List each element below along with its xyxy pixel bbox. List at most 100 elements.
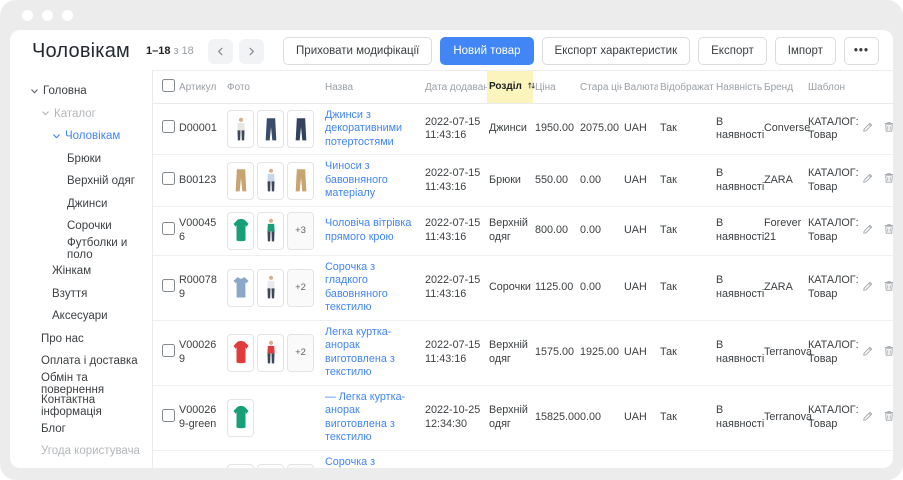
window-titlebar xyxy=(0,0,903,30)
pagination-next-button[interactable] xyxy=(239,39,264,64)
product-name-link[interactable]: Сорочка з гладкого бавовняного текстилю xyxy=(325,261,388,313)
sidebar-item-12[interactable]: Оплата і доставка xyxy=(10,350,152,373)
edit-icon[interactable] xyxy=(862,410,874,422)
chevron-down-icon xyxy=(52,132,61,141)
product-name-link[interactable]: Джинси з декоративними потертостями xyxy=(325,109,402,148)
product-name-link[interactable]: Сорочка з бавовняного матеріалу притален… xyxy=(325,456,416,468)
sidebar-item-5[interactable]: Джинси xyxy=(10,193,152,216)
delete-icon[interactable] xyxy=(883,172,893,184)
chevron-left-icon xyxy=(216,47,225,56)
page-header: Чоловікам 1–18 з 18 Приховати модифікаці… xyxy=(10,30,893,70)
pants-photo-thumbnail[interactable] xyxy=(287,162,314,200)
sidebar-item-3[interactable]: Брюки xyxy=(10,148,152,171)
product-sku: V000269 xyxy=(177,320,225,385)
app-window: Чоловікам 1–18 з 18 Приховати модифікаці… xyxy=(0,0,903,480)
sidebar-item-10[interactable]: Аксесуари xyxy=(10,305,152,328)
product-section: Сорочки xyxy=(487,255,533,320)
sidebar-item-17[interactable]: Відгуки про магазин xyxy=(10,463,152,469)
product-display: Так xyxy=(658,385,714,450)
sidebar-item-7[interactable]: Футболки и поло xyxy=(10,238,152,261)
product-price: 800.00 xyxy=(533,206,578,255)
sidebar-item-16[interactable]: Угода користувача xyxy=(10,440,152,463)
product-name-link[interactable]: Чоловіча вітрівка прямого крою xyxy=(325,217,411,242)
more-photos-badge[interactable]: +3 xyxy=(287,212,314,250)
import-button[interactable]: Імпорт xyxy=(775,37,836,65)
product-sku: V000269-green xyxy=(177,385,225,450)
window-minimize-button[interactable] xyxy=(42,10,53,21)
chevron-right-icon xyxy=(247,47,256,56)
jacket-photo-thumbnail[interactable] xyxy=(227,212,254,250)
person-photo-thumbnail[interactable] xyxy=(227,110,254,148)
row-checkbox[interactable] xyxy=(162,409,175,422)
row-checkbox[interactable] xyxy=(162,172,175,185)
edit-icon[interactable] xyxy=(862,280,874,292)
product-date: 2022-07-15 11:43:16 xyxy=(423,320,487,385)
product-brand: Terranova xyxy=(762,320,806,385)
row-checkbox[interactable] xyxy=(162,120,175,133)
column-header-section[interactable]: Розділ xyxy=(487,71,533,104)
sidebar-item-13[interactable]: Обмін та повернення xyxy=(10,373,152,396)
more-options-button[interactable]: ••• xyxy=(844,37,879,65)
table-row: V000456 +3 Чоловіча вітрівка прямого кро… xyxy=(153,206,893,255)
person-photo-thumbnail[interactable] xyxy=(257,212,284,250)
pants-photo-thumbnail[interactable] xyxy=(257,110,284,148)
column-header-template: Шаблон xyxy=(806,71,854,104)
export-characteristics-button[interactable]: Експорт характеристик xyxy=(542,37,691,65)
sidebar-item-0[interactable]: Головна xyxy=(10,80,152,103)
pants-photo-thumbnail[interactable] xyxy=(227,162,254,200)
product-photos-cell: +3 xyxy=(225,206,323,255)
hide-modifications-button[interactable]: Приховати модифікації xyxy=(283,37,432,65)
sidebar-item-label: Головна xyxy=(43,85,87,97)
delete-icon[interactable] xyxy=(883,345,893,357)
products-table-body: D00001 Джинси з декоративними потертостя… xyxy=(153,104,893,469)
window-close-button[interactable] xyxy=(22,10,33,21)
product-old-price: 0.00 xyxy=(578,206,622,255)
more-photos-badge[interactable]: +2 xyxy=(287,334,314,372)
export-button[interactable]: Експорт xyxy=(698,37,767,65)
jacket-photo-thumbnail[interactable] xyxy=(227,399,254,437)
edit-icon[interactable] xyxy=(862,345,874,357)
more-photos-badge[interactable]: +2 xyxy=(287,464,314,468)
product-currency: UAH xyxy=(622,104,658,155)
sidebar-item-8[interactable]: Жінкам xyxy=(10,260,152,283)
edit-icon[interactable] xyxy=(862,172,874,184)
shirt-photo-thumbnail[interactable] xyxy=(227,269,254,307)
sidebar-item-label: Сорочки xyxy=(67,220,112,232)
product-photos-cell xyxy=(225,385,323,450)
row-checkbox[interactable] xyxy=(162,279,175,292)
person-photo-thumbnail[interactable] xyxy=(257,464,284,468)
person-photo-thumbnail[interactable] xyxy=(257,334,284,372)
new-product-button[interactable]: Новий товар xyxy=(440,37,533,65)
delete-icon[interactable] xyxy=(883,223,893,235)
product-name-link[interactable]: — Легка куртка-анорак виготовлена з текс… xyxy=(325,391,405,443)
person-photo-thumbnail[interactable] xyxy=(257,162,284,200)
shirt-photo-thumbnail[interactable] xyxy=(227,464,254,468)
product-name-link[interactable]: Легка куртка-анорак виготовлена з тексти… xyxy=(325,326,395,378)
sidebar-item-9[interactable]: Взуття xyxy=(10,283,152,306)
chevron-down-icon xyxy=(30,87,39,96)
sidebar-item-1[interactable]: Каталог xyxy=(10,103,152,126)
sidebar-item-4[interactable]: Верхній одяг xyxy=(10,170,152,193)
sidebar-item-14[interactable]: Контактна інформація xyxy=(10,395,152,418)
delete-icon[interactable] xyxy=(883,280,893,292)
jacket-photo-thumbnail[interactable] xyxy=(227,334,254,372)
product-name-link[interactable]: Чиноси з бавовняного матеріалу xyxy=(325,160,388,199)
sidebar-item-11[interactable]: Про нас xyxy=(10,328,152,351)
sidebar-item-6[interactable]: Сорочки xyxy=(10,215,152,238)
pants-photo-thumbnail[interactable] xyxy=(287,110,314,148)
person-photo-thumbnail[interactable] xyxy=(257,269,284,307)
product-currency: UAH xyxy=(622,320,658,385)
window-maximize-button[interactable] xyxy=(62,10,73,21)
edit-icon[interactable] xyxy=(862,223,874,235)
row-checkbox[interactable] xyxy=(162,344,175,357)
row-checkbox[interactable] xyxy=(162,222,175,235)
sidebar-item-label: Чоловікам xyxy=(65,130,120,142)
edit-icon[interactable] xyxy=(862,121,874,133)
pagination-prev-button[interactable] xyxy=(208,39,233,64)
more-photos-badge[interactable]: +2 xyxy=(287,269,314,307)
sidebar-item-15[interactable]: Блог xyxy=(10,418,152,441)
delete-icon[interactable] xyxy=(883,410,893,422)
select-all-checkbox[interactable] xyxy=(162,79,175,92)
sidebar-item-2[interactable]: Чоловікам xyxy=(10,125,152,148)
delete-icon[interactable] xyxy=(883,121,893,133)
